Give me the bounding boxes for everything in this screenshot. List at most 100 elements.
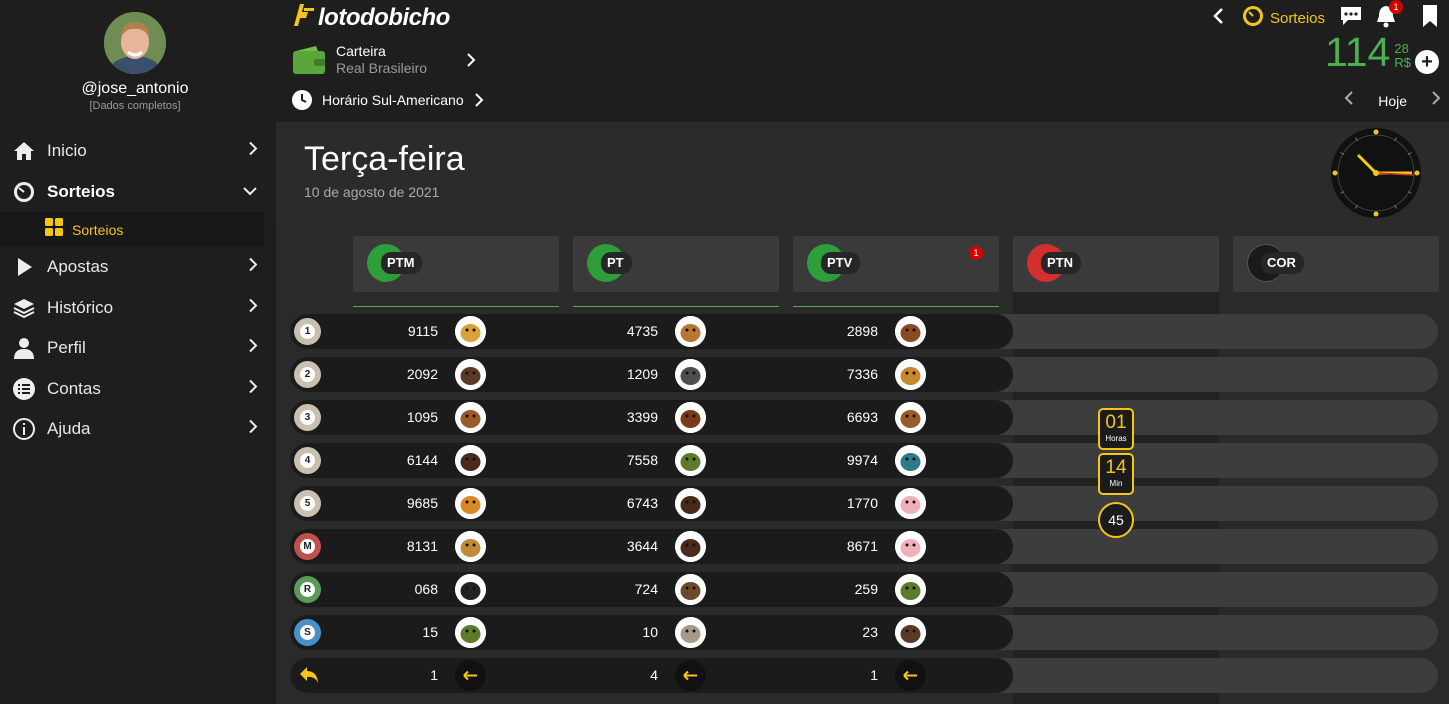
next-day-icon[interactable] [1431,90,1441,111]
wallet-chevron-icon[interactable] [466,52,476,73]
result-cell[interactable]: 1095 [290,400,510,435]
sidebar-item-inicio[interactable]: Inicio [0,131,270,172]
column-header-pt[interactable]: PT [573,236,779,292]
arrow-left-icon[interactable] [895,660,926,691]
result-cell[interactable]: 3399 [510,400,730,435]
result-number: 1209 [626,366,658,382]
result-cell[interactable]: 7336 [730,357,950,392]
chevron-right-icon [248,378,258,399]
ostrich-icon [455,574,486,605]
result-cell[interactable]: 1209 [510,357,730,392]
sidebar-item-apostas[interactable]: Apostas [0,247,270,288]
result-number: 6743 [626,495,658,511]
wallet[interactable]: Carteira Real Brasileiro [292,43,427,77]
result-number: 2898 [846,323,878,339]
camel-icon [455,531,486,562]
column-header-cor[interactable]: COR [1233,236,1439,292]
result-number: 23 [862,624,878,640]
sidebar-item-ajuda[interactable]: Ajuda [0,409,270,450]
current-day-label[interactable]: Hoje [1378,93,1407,109]
result-cell[interactable]: 6693 [730,400,950,435]
result-cell[interactable]: 15 [290,615,510,650]
page-cell[interactable]: 1 [290,658,510,693]
result-cell[interactable]: 1770 [730,486,950,521]
countdown-minutes-label: Min [1109,479,1123,488]
result-number: 8131 [406,538,438,554]
result-number: 9974 [846,452,878,468]
timer-icon [12,180,36,204]
result-cell[interactable]: 10 [510,615,730,650]
result-cell[interactable]: 9685 [290,486,510,521]
result-cell[interactable]: 724 [510,572,730,607]
chevron-right-icon [248,141,258,162]
user-icon [12,336,36,360]
result-row: 1 9115 4735 2898 [290,314,1438,349]
username: @jose_antonio [81,80,189,97]
wallet-currency: Real Brasileiro [336,60,428,76]
bear-icon [455,359,486,390]
rabbit-icon [675,617,706,648]
add-funds-button[interactable]: + [1415,50,1439,74]
back-chevron-icon[interactable] [1212,7,1224,30]
result-number: 3399 [626,409,658,425]
sidebar-item-contas[interactable]: Contas [0,369,270,410]
result-row: S 15 10 23 [290,615,1438,650]
header-sorteios-link[interactable]: Sorteios [1270,10,1325,27]
timezone-selector[interactable]: Horário Sul-Americano [292,90,484,110]
result-cell[interactable]: 2898 [730,314,950,349]
chat-icon[interactable] [1339,5,1363,32]
result-cell[interactable]: 068 [290,572,510,607]
arrow-left-icon[interactable] [675,660,706,691]
bookmark-icon[interactable] [1421,4,1439,33]
prev-day-icon[interactable] [1344,90,1354,111]
column-active-underline [573,306,779,307]
result-cell[interactable]: 7558 [510,443,730,478]
result-cell[interactable]: 9974 [730,443,950,478]
submenu-item-sorteios[interactable]: Sorteios [0,212,264,247]
stopwatch-icon[interactable] [1242,5,1264,32]
result-cell[interactable]: 23 [730,615,950,650]
sidebar-item-sorteios[interactable]: Sorteios [0,172,270,213]
result-cell[interactable]: 3644 [510,529,730,564]
result-cell[interactable]: 6144 [290,443,510,478]
result-number: 7336 [846,366,878,382]
wallet-title: Carteira [336,43,386,59]
countdown-minutes-value: 14 [1105,457,1127,478]
column-header-ptv[interactable]: PTV 1 [793,236,999,292]
sidebar-item-perfil[interactable]: Perfil [0,328,270,369]
balance-decimals: 28 R$ [1394,42,1411,70]
page-cell[interactable]: 4 [510,658,730,693]
day-navigator: Hoje [1344,90,1441,111]
result-cell[interactable]: 9115 [290,314,510,349]
result-cell[interactable]: 4735 [510,314,730,349]
column-header-ptn[interactable]: PTN [1013,236,1219,292]
result-cell[interactable]: 2092 [290,357,510,392]
logo[interactable]: lotodobicho [292,4,450,32]
result-cell[interactable]: 6743 [510,486,730,521]
dog-icon [675,316,706,347]
column-notification-badge: 1 [967,244,985,262]
sidebar-item-label: Contas [47,378,101,398]
peacock-icon [895,445,926,476]
result-cell[interactable]: 259 [730,572,950,607]
day-name: Terça-feira [304,140,465,178]
cow-icon [895,316,926,347]
result-row: 3 1095 3399 6693 [290,400,1438,435]
result-cell[interactable]: 8131 [290,529,510,564]
list-icon [12,377,36,401]
arrow-left-icon[interactable] [455,660,486,691]
page-cell[interactable]: 1 [730,658,950,693]
alligator-icon [455,617,486,648]
bear-icon [895,617,926,648]
result-cell[interactable]: 8671 [730,529,950,564]
alligator-icon [675,445,706,476]
column-header-ptm[interactable]: PTM [353,236,559,292]
results-grid: PTM PT PTV 1 PTN COR 1 9115 4735 2898 2 2092 1… [276,222,1449,704]
sidebar-item-label: Ajuda [47,419,91,439]
chevron-right-icon [248,338,258,359]
page-number: 1 [430,667,438,683]
avatar[interactable] [104,12,166,74]
sidebar-item-historico[interactable]: Histórico [0,288,270,329]
page-number: 4 [650,667,658,683]
horse-icon [455,445,486,476]
